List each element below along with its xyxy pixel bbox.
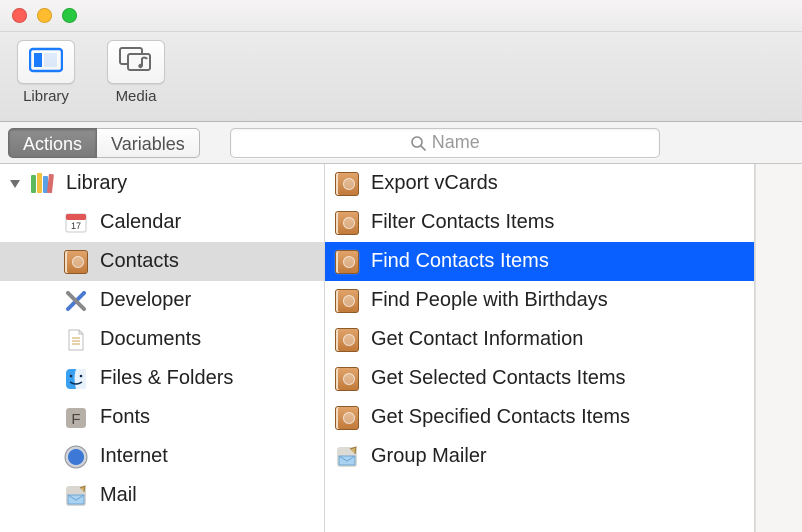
action-label: Get Specified Contacts Items [371, 406, 754, 429]
contactbook-icon [333, 287, 361, 315]
sidebar-item-label: Contacts [100, 250, 324, 273]
contactbook-icon [333, 365, 361, 393]
fontbook-icon: F [62, 404, 90, 432]
toolbar-media-label: Media [116, 88, 157, 105]
search-field[interactable]: Name [230, 128, 660, 158]
toolbar-library[interactable]: Library [10, 40, 82, 105]
sidebar-item-fonts[interactable]: F Fonts [0, 398, 324, 437]
action-label: Find Contacts Items [371, 250, 754, 273]
window-minimize-button[interactable] [37, 8, 52, 23]
tab-actions[interactable]: Actions [8, 128, 97, 158]
svg-text:17: 17 [71, 221, 81, 231]
sidebar-item-label: Documents [100, 328, 324, 351]
toolbar-media[interactable]: Media [100, 40, 172, 105]
document-icon [62, 326, 90, 354]
action-label: Group Mailer [371, 445, 754, 468]
sidebar-item-label: Internet [100, 445, 324, 468]
action-list: Export vCards Filter Contacts Items Find… [325, 164, 755, 532]
sidebar-item-mail[interactable]: Mail [0, 476, 324, 515]
window-titlebar [0, 0, 802, 32]
action-row[interactable]: Export vCards [325, 164, 754, 203]
contactbook-icon [333, 326, 361, 354]
action-label: Get Selected Contacts Items [371, 367, 754, 390]
toolbar: Library Media [0, 32, 802, 122]
toolbar-library-label: Library [23, 88, 69, 105]
tab-variables[interactable]: Variables [97, 128, 200, 158]
sidebar-item-files-folders[interactable]: Files & Folders [0, 359, 324, 398]
action-row[interactable]: Filter Contacts Items [325, 203, 754, 242]
sidebar-item-label: Calendar [100, 211, 324, 234]
action-row[interactable]: Get Selected Contacts Items [325, 359, 754, 398]
action-row[interactable]: Get Specified Contacts Items [325, 398, 754, 437]
contactbook-icon [333, 209, 361, 237]
library-icon [29, 47, 63, 78]
search-placeholder: Name [432, 132, 480, 153]
contactbook-icon [333, 248, 361, 276]
library-root-label: Library [66, 172, 324, 195]
action-label: Export vCards [371, 172, 754, 195]
category-list: Library 17 Calendar Contacts [0, 164, 325, 532]
contacts-icon [62, 248, 90, 276]
sidebar-item-label: Files & Folders [100, 367, 324, 390]
sidebar-item-label: Developer [100, 289, 324, 312]
library-mode-segment: Actions Variables [0, 122, 200, 163]
action-label: Find People with Birthdays [371, 289, 754, 312]
sidebar-item-contacts[interactable]: Contacts [0, 242, 324, 281]
action-label: Get Contact Information [371, 328, 754, 351]
contactbook-icon [333, 404, 361, 432]
mail-icon [62, 482, 90, 510]
library-root-row[interactable]: Library [0, 164, 324, 203]
xcode-icon [62, 287, 90, 315]
window-zoom-button[interactable] [62, 8, 77, 23]
action-row[interactable]: Group Mailer [325, 437, 754, 476]
library-subbar: Actions Variables Name [0, 122, 802, 164]
action-row[interactable]: Find Contacts Items [325, 242, 754, 281]
window-close-button[interactable] [12, 8, 27, 23]
action-row[interactable]: Find People with Birthdays [325, 281, 754, 320]
safari-icon [62, 443, 90, 471]
contactbook-icon [333, 170, 361, 198]
svg-text:F: F [71, 411, 80, 428]
search-icon [410, 135, 426, 151]
library-icon [28, 170, 56, 198]
sidebar-item-developer[interactable]: Developer [0, 281, 324, 320]
sidebar-item-label: Fonts [100, 406, 324, 429]
sidebar-item-calendar[interactable]: 17 Calendar [0, 203, 324, 242]
library-columns: Library 17 Calendar Contacts [0, 164, 802, 532]
finder-icon [62, 365, 90, 393]
calendar-icon: 17 [62, 209, 90, 237]
action-label: Filter Contacts Items [371, 211, 754, 234]
sidebar-item-label: Mail [100, 484, 324, 507]
disclosure-triangle-icon[interactable] [6, 178, 24, 190]
sidebar-item-documents[interactable]: Documents [0, 320, 324, 359]
media-icon [118, 46, 154, 79]
workflow-canvas[interactable] [755, 164, 802, 532]
sidebar-item-internet[interactable]: Internet [0, 437, 324, 476]
mailer-icon [333, 443, 361, 471]
action-row[interactable]: Get Contact Information [325, 320, 754, 359]
